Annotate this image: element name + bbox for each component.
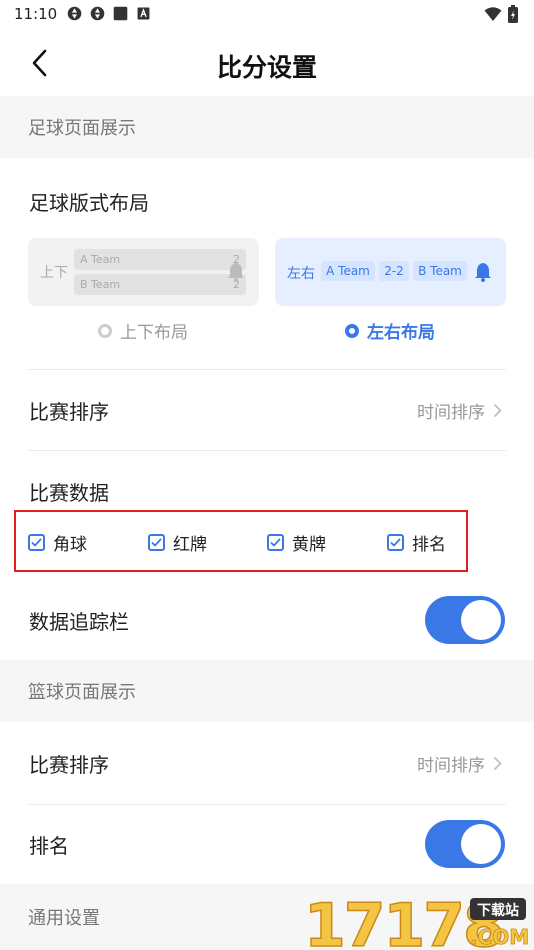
basketball-sort-label: 比赛排序 — [29, 752, 109, 777]
divider — [28, 450, 506, 451]
layout-preview-leftright[interactable]: 左右 A Team 2-2 B Team — [275, 238, 506, 306]
status-bar: 11:10 — [0, 0, 534, 30]
wifi-icon — [484, 7, 502, 21]
football-layout-title: 足球版式布局 — [29, 190, 149, 215]
tracker-toggle[interactable] — [425, 596, 505, 644]
bell-icon — [228, 263, 244, 282]
site-watermark-logo: 17178 下载站 .COM — [302, 890, 530, 950]
basketball-rank-row: 排名 — [0, 804, 534, 884]
checkbox-checked-icon — [148, 534, 165, 551]
chevron-right-icon — [493, 403, 502, 417]
watermark-badge: 下载站 — [477, 902, 519, 919]
square-app-icon — [113, 6, 128, 21]
radio-unselected-icon — [98, 323, 112, 338]
checkbox-checked-icon — [387, 534, 404, 551]
lr-preview-score: 2-2 — [379, 261, 409, 281]
football-tracker-label: 数据追踪栏 — [29, 609, 129, 634]
sync-icon — [90, 6, 105, 21]
battery-icon — [508, 5, 518, 23]
section-header-basketball: 篮球页面展示 — [0, 660, 534, 722]
lr-preview-team-a: A Team — [321, 261, 375, 281]
checkbox-ranking[interactable]: 排名 — [387, 530, 446, 555]
radio-selected-icon — [345, 323, 359, 338]
toggle-knob — [461, 824, 501, 864]
football-tracker-row: 数据追踪栏 — [0, 580, 534, 660]
chevron-right-icon — [493, 756, 502, 770]
nav-bar: 比分设置 — [0, 30, 534, 96]
basketball-rank-label: 排名 — [29, 833, 69, 858]
checkbox-checked-icon — [28, 534, 45, 551]
football-sort-row[interactable]: 比赛排序 时间排序 — [0, 370, 534, 450]
lr-preview-team-b: B Team — [413, 261, 467, 281]
football-sort-label: 比赛排序 — [29, 399, 109, 424]
text-app-icon — [137, 7, 150, 20]
basketball-sort-value: 时间排序 — [417, 751, 502, 776]
updown-preview-label: 上下 — [40, 265, 68, 281]
toggle-knob — [461, 600, 501, 640]
layout-preview-updown[interactable]: 上下 A Team 2 B Team 2 — [28, 238, 259, 306]
sync-icon — [67, 6, 82, 21]
checkbox-checked-icon — [267, 534, 284, 551]
checkbox-yellow-card[interactable]: 黄牌 — [267, 530, 326, 555]
layout-option-leftright[interactable]: 左右布局 — [345, 318, 435, 343]
checkbox-corner[interactable]: 角球 — [28, 530, 87, 555]
watermark-domain: .COM — [470, 925, 529, 949]
page-title: 比分设置 — [216, 53, 317, 82]
updown-preview-row-b: B Team 2 — [74, 274, 246, 295]
section-header-football: 足球页面展示 — [0, 96, 534, 158]
basketball-sort-row[interactable]: 比赛排序 时间排序 — [0, 722, 534, 804]
football-sort-value: 时间排序 — [417, 398, 502, 423]
football-data-title: 比赛数据 — [29, 480, 109, 505]
checkbox-red-card[interactable]: 红牌 — [148, 530, 207, 555]
layout-option-updown[interactable]: 上下布局 — [98, 318, 188, 343]
lr-preview-label: 左右 — [287, 266, 315, 282]
rank-toggle[interactable] — [425, 820, 505, 868]
status-time: 11:10 — [14, 5, 58, 23]
bell-icon — [475, 263, 491, 282]
updown-preview-row-a: A Team 2 — [74, 249, 246, 270]
